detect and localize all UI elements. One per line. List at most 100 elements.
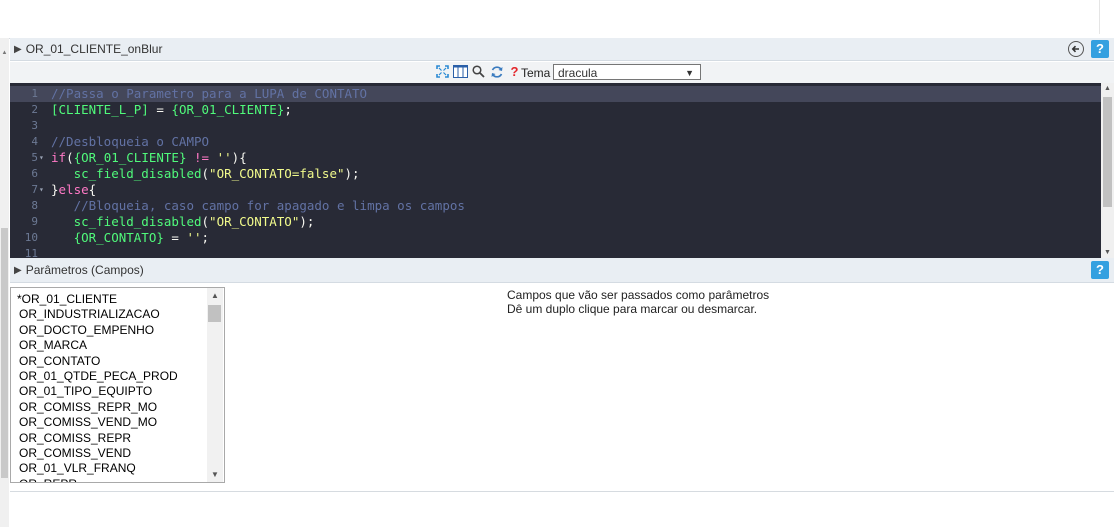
list-item[interactable]: OR_INDUSTRIALIZACAO xyxy=(19,307,160,322)
line-number: 10 xyxy=(24,231,38,244)
code-line[interactable]: 11 xyxy=(10,246,1101,258)
list-item[interactable]: OR_DOCTO_EMPENHO xyxy=(19,323,154,338)
scroll-up-arrow-icon[interactable]: ▲ xyxy=(207,291,223,300)
divider xyxy=(10,491,1114,492)
code-line[interactable]: 4 //Desbloqueia o CAMPO xyxy=(10,134,1101,150)
list-item[interactable]: OR_REPR xyxy=(19,477,77,482)
line-number: 11 xyxy=(24,247,38,258)
fold-arrow-icon[interactable]: ▾ xyxy=(39,182,44,198)
code-token: else xyxy=(58,182,89,197)
code-token: ( xyxy=(201,166,210,181)
code-token: {OR_01_CLIENTE} xyxy=(171,102,285,117)
code-text: }else{ xyxy=(51,182,96,198)
scroll-down-arrow-icon[interactable]: ▼ xyxy=(1101,249,1114,256)
line-number: 8 xyxy=(31,199,38,212)
code-token: { xyxy=(88,182,97,197)
code-line[interactable]: 2 [CLIENTE_L_P] = {OR_01_CLIENTE}; xyxy=(10,102,1101,118)
scrollbar-thumb[interactable] xyxy=(1103,97,1112,207)
code-text: sc_field_disabled("OR_CONTATO"); xyxy=(51,214,315,230)
listbox-scrollbar[interactable]: ▲ ▼ xyxy=(207,288,223,482)
back-icon[interactable] xyxy=(1068,41,1084,57)
line-number: 2 xyxy=(31,103,38,116)
theme-label: Tema xyxy=(521,66,551,80)
scroll-up-arrow-icon[interactable]: ▲ xyxy=(1101,85,1114,92)
search-icon[interactable] xyxy=(471,64,486,79)
code-token: sc_field_disabled xyxy=(73,214,202,229)
list-item[interactable]: *OR_01_CLIENTE xyxy=(17,292,117,307)
code-line[interactable]: 7 ▾}else{ xyxy=(10,182,1101,198)
code-line[interactable]: 9 sc_field_disabled("OR_CONTATO"); xyxy=(10,214,1101,230)
divider xyxy=(1099,0,1100,34)
code-token: ; xyxy=(201,230,210,245)
code-token: ; xyxy=(284,102,292,117)
code-line[interactable]: 3 xyxy=(10,118,1101,134)
chevron-down-icon: ▼ xyxy=(685,68,694,78)
line-number: 1 xyxy=(31,87,38,100)
fields-listbox[interactable]: OR_REPROR_01_VLR_FRANQOR_COMISS_VENDOR_C… xyxy=(10,287,225,483)
code-token: '' xyxy=(186,230,202,245)
page-scrollbar[interactable]: ▲ xyxy=(0,38,9,527)
event-help-button[interactable]: ? xyxy=(1091,40,1109,58)
expand-triangle-icon[interactable]: ▶ xyxy=(14,265,22,276)
code-token: } xyxy=(51,182,59,197)
line-number: 7 xyxy=(31,183,38,196)
code-token: {OR_01_CLIENTE} xyxy=(73,150,187,165)
params-info-line-1: Campos que vão ser passados como parâmet… xyxy=(507,288,770,302)
params-help-button[interactable]: ? xyxy=(1091,261,1109,279)
code-text: //Desbloqueia o CAMPO xyxy=(51,134,209,150)
theme-select-value: dracula xyxy=(558,66,598,80)
refresh-icon[interactable] xyxy=(489,64,504,79)
top-blank-area xyxy=(0,0,1114,39)
scrollbar-thumb[interactable] xyxy=(1,228,8,478)
code-token: ); xyxy=(299,214,315,229)
list-item[interactable]: OR_MARCA xyxy=(19,338,87,353)
code-token: if xyxy=(51,150,67,165)
line-number: 9 xyxy=(31,215,38,228)
code-line[interactable]: 1 //Passa o Parametro para a LUPA de CONT… xyxy=(10,86,1101,102)
list-item[interactable]: OR_COMISS_REPR xyxy=(19,431,131,446)
code-line[interactable]: 10 {OR_CONTATO} = ''; xyxy=(10,230,1101,246)
expand-triangle-icon[interactable]: ▶ xyxy=(14,44,22,55)
line-number: 5 xyxy=(31,151,38,164)
code-text: sc_field_disabled("OR_CONTATO=false"); xyxy=(51,166,360,182)
list-item[interactable]: OR_COMISS_VEND xyxy=(19,446,131,461)
code-token: = xyxy=(163,230,187,245)
code-token: "OR_CONTATO=false" xyxy=(209,166,345,181)
list-item[interactable]: OR_01_QTDE_PECA_PROD xyxy=(19,369,178,384)
columns-icon[interactable] xyxy=(453,64,468,79)
code-editor[interactable]: 1 //Passa o Parametro para a LUPA de CONT… xyxy=(10,83,1101,258)
list-item[interactable]: OR_01_TIPO_EQUIPTO xyxy=(19,384,152,399)
code-token: sc_field_disabled xyxy=(73,166,202,181)
scroll-down-arrow-icon[interactable]: ▼ xyxy=(207,470,223,479)
code-text: [CLIENTE_L_P] = {OR_01_CLIENTE}; xyxy=(51,102,292,118)
fullscreen-icon[interactable] xyxy=(435,64,450,79)
list-item[interactable]: OR_COMISS_VEND_MO xyxy=(19,415,157,430)
list-item[interactable]: OR_CONTATO xyxy=(19,354,100,369)
code-token: = xyxy=(148,102,172,117)
scroll-up-arrow-icon[interactable]: ▲ xyxy=(0,50,9,56)
list-item[interactable]: OR_COMISS_REPR_MO xyxy=(19,400,157,415)
scrollbar-thumb[interactable] xyxy=(208,305,221,322)
code-token: //Bloqueia, caso campo for apagado e lim… xyxy=(73,198,465,213)
theme-select[interactable]: dracula ▼ xyxy=(553,64,701,80)
editor-scrollbar[interactable]: ▲ ▼ xyxy=(1101,83,1114,258)
help-icon[interactable]: ? xyxy=(507,64,522,79)
code-line[interactable]: 6 sc_field_disabled("OR_CONTATO=false"); xyxy=(10,166,1101,182)
code-line[interactable]: 8 //Bloqueia, caso campo for apagado e l… xyxy=(10,198,1101,214)
line-number: 6 xyxy=(31,167,38,180)
code-token: //Passa o Parametro para a LUPA de CONTA… xyxy=(51,86,368,101)
code-token: != xyxy=(194,150,210,165)
event-section-title: OR_01_CLIENTE_onBlur xyxy=(25,42,163,56)
list-item[interactable]: OR_01_VLR_FRANQ xyxy=(19,461,136,476)
code-line[interactable]: 5 ▾ if({OR_01_CLIENTE} != ''){ xyxy=(10,150,1101,166)
code-token: '' xyxy=(216,150,232,165)
params-section-header[interactable]: ▶ Parâmetros (Campos) ? xyxy=(10,258,1114,283)
event-section-header[interactable]: ▶ OR_01_CLIENTE_onBlur ? xyxy=(10,38,1114,61)
line-number: 4 xyxy=(31,135,38,148)
fold-arrow-icon[interactable]: ▾ xyxy=(39,150,44,166)
